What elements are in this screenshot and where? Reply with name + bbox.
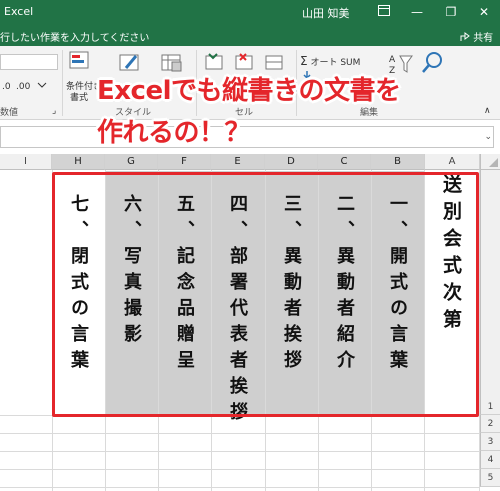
column-header-i[interactable]: I (0, 154, 52, 170)
conditional-format-icon[interactable] (68, 50, 92, 76)
minimize-button[interactable]: — (407, 3, 427, 21)
column-header-h[interactable]: H (52, 154, 105, 170)
row-header-3[interactable]: 3 (480, 433, 500, 451)
close-button[interactable]: ✕ (474, 3, 494, 21)
currency-icon[interactable]: .0 .00 (2, 79, 58, 94)
highlight-frame (52, 172, 479, 417)
group-number-label: 数値 (0, 108, 19, 118)
column-header-e[interactable]: E (211, 154, 265, 170)
caption-line-1: Excelでも縦書きの文書を (97, 76, 401, 106)
collapse-ribbon-icon[interactable]: ∧ (484, 106, 491, 116)
row-header-5[interactable]: 5 (480, 469, 500, 487)
column-header-f[interactable]: F (158, 154, 211, 170)
column-header-b[interactable]: B (371, 154, 425, 170)
user-name[interactable]: 山田 知美 (302, 5, 350, 21)
dialog-launcher-icon[interactable]: ⌟ (52, 106, 56, 116)
share-label: 共有 (473, 33, 494, 44)
tell-me-input[interactable]: 行したい作業を入力してください (0, 29, 149, 44)
expand-formula-icon[interactable]: ⌄ (484, 132, 492, 142)
autosum-label: オート SUM (310, 58, 361, 68)
column-header-d[interactable]: D (265, 154, 318, 170)
column-header-g[interactable]: G (105, 154, 158, 170)
svg-text:.00: .00 (16, 82, 31, 91)
row-header-4[interactable]: 4 (480, 451, 500, 469)
share-icon (460, 32, 470, 41)
row-header-2[interactable]: 2 (480, 415, 500, 433)
tell-me-bar: 行したい作業を入力してください 共有 (0, 26, 500, 46)
title-bar: Excel 山田 知美 — ❐ ✕ (0, 0, 500, 26)
restore-button[interactable]: ❐ (441, 3, 461, 21)
share-button[interactable]: 共有 (460, 29, 493, 44)
autosum-button[interactable]: Σ オート SUM (300, 54, 360, 68)
column-header-a[interactable]: A (425, 154, 480, 170)
format-label[interactable]: 書式 (70, 90, 88, 103)
ribbon-display-icon[interactable] (374, 3, 394, 21)
sigma-icon: Σ (300, 54, 308, 68)
number-format-select[interactable] (0, 54, 58, 70)
column-header-c[interactable]: C (318, 154, 371, 170)
row-header-1[interactable]: 1 (480, 170, 500, 415)
svg-text:.0: .0 (2, 82, 11, 91)
caption-line-2: 作れるの！？ (97, 118, 251, 148)
select-all-corner[interactable] (480, 154, 500, 170)
search-icon[interactable] (420, 50, 446, 80)
svg-text:A: A (389, 55, 396, 65)
app-title: Excel (4, 5, 34, 18)
